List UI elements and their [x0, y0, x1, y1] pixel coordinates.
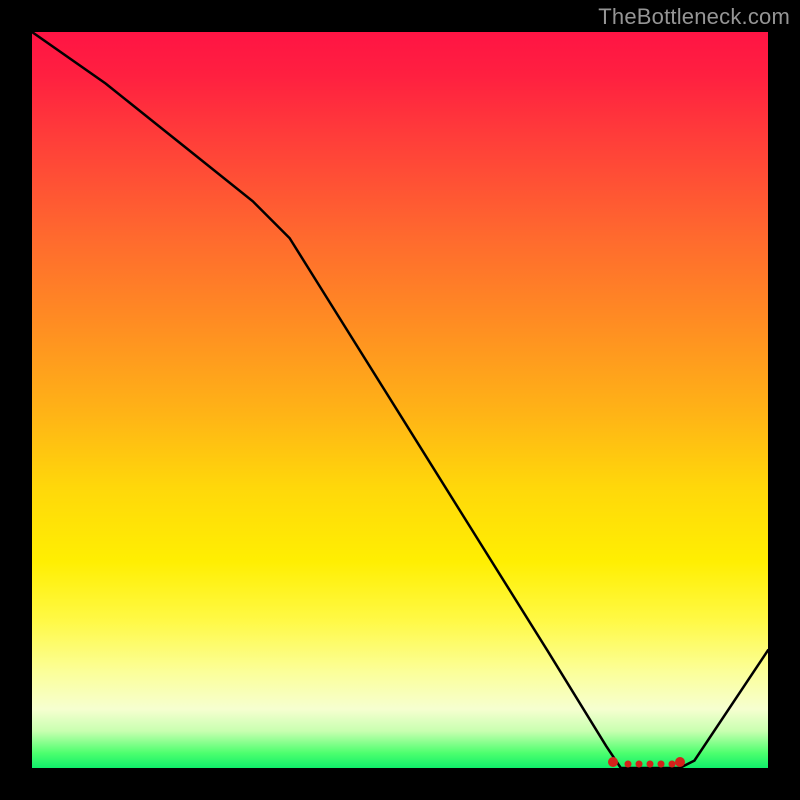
watermark-label: TheBottleneck.com [598, 4, 790, 30]
curve-path [32, 32, 768, 768]
chart-frame: TheBottleneck.com [0, 0, 800, 800]
chart-line [32, 32, 768, 768]
plot-area [32, 32, 768, 768]
